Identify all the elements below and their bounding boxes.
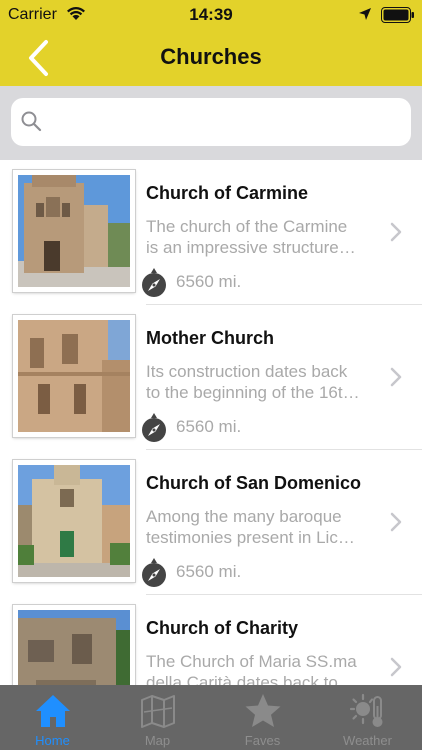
- star-icon: [244, 692, 282, 730]
- church-thumbnail: [13, 170, 135, 292]
- search-bar: [0, 86, 422, 160]
- home-icon: [34, 692, 72, 730]
- church-description: The Church of Maria SS.ma della Carità d…: [146, 651, 382, 685]
- page-title: Churches: [160, 44, 262, 69]
- search-field-container[interactable]: [11, 98, 411, 146]
- church-name: Church of Charity: [146, 618, 299, 638]
- church-list: Church of Carmine The church of the Carm…: [0, 160, 422, 685]
- church-name: Church of San Domenico: [146, 473, 362, 493]
- status-bar: Carrier 14:39: [0, 0, 422, 30]
- list-item[interactable]: Church of San Domenico Among the many ba…: [0, 450, 422, 595]
- list-item[interactable]: Mother Church Its construction dates bac…: [0, 305, 422, 450]
- battery-icon: [381, 7, 415, 28]
- description-line: is an impressive structure…: [146, 238, 356, 257]
- search-input[interactable]: [53, 106, 403, 138]
- description-line: Its construction dates back: [146, 362, 348, 381]
- description-line: della Carità dates back to…: [146, 673, 355, 685]
- church-name: Church of Carmine: [146, 183, 309, 203]
- tab-weather[interactable]: Weather: [315, 685, 420, 750]
- tab-label: Faves: [244, 733, 281, 748]
- distance-label: 6560 mi.: [176, 417, 242, 436]
- church-description: Among the many baroque testimonies prese…: [146, 506, 382, 548]
- compass-icon: [140, 558, 168, 593]
- disclosure-chevron-icon: [389, 512, 403, 537]
- church-description: Its construction dates back to the begin…: [146, 361, 382, 403]
- church-thumbnail: [13, 460, 135, 582]
- disclosure-chevron-icon: [389, 222, 403, 247]
- church-description: The church of the Carmine is an impressi…: [146, 216, 382, 258]
- list-item[interactable]: Church of Charity The Church of Maria SS…: [0, 595, 422, 685]
- description-line: The Church of Maria SS.ma: [146, 652, 357, 671]
- distance-label: 6560 mi.: [176, 272, 242, 291]
- map-icon: [139, 692, 177, 730]
- compass-icon: [140, 413, 168, 448]
- description-line: Among the many baroque: [146, 507, 342, 526]
- navigation-bar: Churches: [0, 30, 422, 86]
- church-name: Mother Church: [146, 328, 274, 348]
- church-thumbnail: [13, 315, 135, 437]
- tab-bar: Home Map Faves Weather: [0, 685, 422, 750]
- church-thumbnail: [13, 605, 135, 685]
- tab-label: Map: [144, 733, 171, 748]
- description-line: The church of the Carmine: [146, 217, 348, 236]
- tab-faves[interactable]: Faves: [210, 685, 315, 750]
- location-arrow-icon: [358, 7, 372, 26]
- distance-label: 6560 mi.: [176, 562, 242, 581]
- description-line: to the beginning of the 16t…: [146, 383, 360, 402]
- tab-label: Weather: [343, 733, 392, 748]
- tab-label: Home: [35, 733, 70, 748]
- weather-icon: [349, 692, 387, 730]
- disclosure-chevron-icon: [389, 657, 403, 682]
- search-icon: [20, 110, 42, 137]
- tab-home[interactable]: Home: [0, 685, 105, 750]
- list-item[interactable]: Church of Carmine The church of the Carm…: [0, 160, 422, 305]
- description-line: testimonies present in Lic…: [146, 528, 355, 547]
- disclosure-chevron-icon: [389, 367, 403, 392]
- tab-map[interactable]: Map: [105, 685, 210, 750]
- compass-icon: [140, 268, 168, 303]
